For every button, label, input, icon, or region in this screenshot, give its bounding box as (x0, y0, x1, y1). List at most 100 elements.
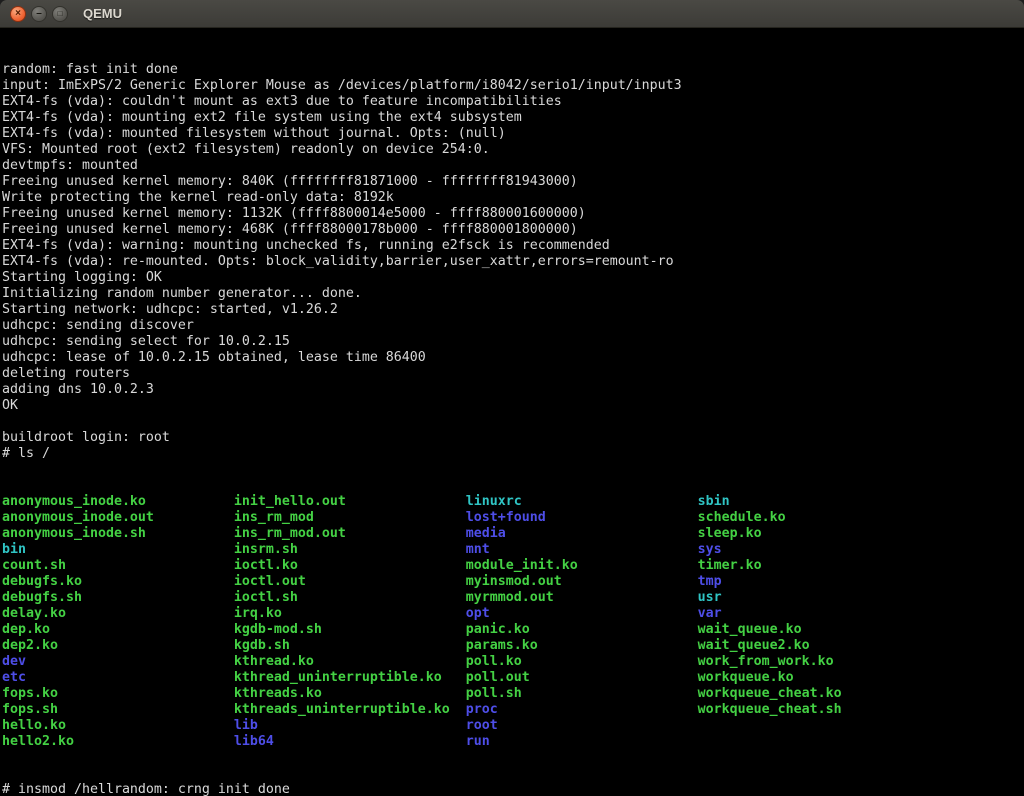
fs-entry: bin (2, 542, 234, 557)
console-line: random: fast init done (2, 62, 1024, 78)
console-line: delay.ko irq.ko opt var (2, 606, 1024, 622)
fs-entry: ioctl.ko (234, 558, 466, 573)
fs-entry: wait_queue2.ko (698, 638, 810, 653)
fs-entry: kgdb.sh (234, 638, 466, 653)
console-line: debugfs.sh ioctl.sh myrmmod.out usr (2, 590, 1024, 606)
fs-entry: hello2.ko (2, 734, 234, 749)
fs-entry: lib64 (234, 734, 466, 749)
qemu-window: × – □ QEMU random: fast init doneinput: … (0, 0, 1024, 796)
minimize-icon: – (36, 9, 42, 19)
console-line: dev kthread.ko poll.ko work_from_work.ko (2, 654, 1024, 670)
console-line: EXT4-fs (vda): re-mounted. Opts: block_v… (2, 254, 1024, 270)
console-line: devtmpfs: mounted (2, 158, 1024, 174)
console-line: udhcpc: sending discover (2, 318, 1024, 334)
console-line: adding dns 10.0.2.3 (2, 382, 1024, 398)
fs-entry: dep.ko (2, 622, 234, 637)
fs-entry: ioctl.out (234, 574, 466, 589)
fs-entry: fops.ko (2, 686, 234, 701)
maximize-button[interactable]: □ (52, 6, 68, 22)
console-line: bin insrm.sh mnt sys (2, 542, 1024, 558)
file-listing: anonymous_inode.ko init_hello.out linuxr… (2, 494, 1024, 750)
fs-entry: run (466, 734, 698, 749)
fs-entry: irq.ko (234, 606, 466, 621)
fs-entry: media (466, 526, 698, 541)
fs-entry: linuxrc (466, 494, 698, 509)
fs-entry: lib (234, 718, 466, 733)
console-line: etc kthread_uninterruptible.ko poll.out … (2, 670, 1024, 686)
console-line: Freeing unused kernel memory: 840K (ffff… (2, 174, 1024, 190)
close-button[interactable]: × (10, 6, 26, 22)
console-line: udhcpc: sending select for 10.0.2.15 (2, 334, 1024, 350)
fs-entry: fops.sh (2, 702, 234, 717)
console-line: Starting logging: OK (2, 270, 1024, 286)
fs-entry: usr (698, 590, 722, 605)
fs-entry: myinsmod.out (466, 574, 698, 589)
fs-entry: workqueue.ko (698, 670, 794, 685)
fs-entry: work_from_work.ko (698, 654, 834, 669)
fs-entry: anonymous_inode.ko (2, 494, 234, 509)
console-line: debugfs.ko ioctl.out myinsmod.out tmp (2, 574, 1024, 590)
console-line: dep.ko kgdb-mod.sh panic.ko wait_queue.k… (2, 622, 1024, 638)
fs-entry: wait_queue.ko (698, 622, 802, 637)
console-line: EXT4-fs (vda): mounting ext2 file system… (2, 110, 1024, 126)
fs-entry: kthreads_uninterruptible.ko (234, 702, 466, 717)
fs-entry: poll.sh (466, 686, 698, 701)
console-line: deleting routers (2, 366, 1024, 382)
console-line: Write protecting the kernel read-only da… (2, 190, 1024, 206)
fs-entry: opt (466, 606, 698, 621)
fs-entry: module_init.ko (466, 558, 698, 573)
fs-entry: ins_rm_mod.out (234, 526, 466, 541)
console-line (2, 414, 1024, 430)
console-line: hello.ko lib root (2, 718, 1024, 734)
fs-entry: mnt (466, 542, 698, 557)
maximize-icon: □ (58, 9, 63, 19)
fs-entry: params.ko (466, 638, 698, 653)
fs-entry: sbin (698, 494, 730, 509)
fs-entry: anonymous_inode.sh (2, 526, 234, 541)
console-line: count.sh ioctl.ko module_init.ko timer.k… (2, 558, 1024, 574)
console-line: anonymous_inode.sh ins_rm_mod.out media … (2, 526, 1024, 542)
fs-entry: var (698, 606, 722, 621)
fs-entry: ins_rm_mod (234, 510, 466, 525)
fs-entry: myrmmod.out (466, 590, 698, 605)
console-line: dep2.ko kgdb.sh params.ko wait_queue2.ko (2, 638, 1024, 654)
fs-entry: sleep.ko (698, 526, 762, 541)
console-line: udhcpc: lease of 10.0.2.15 obtained, lea… (2, 350, 1024, 366)
console-line: # ls / (2, 446, 1024, 462)
terminal-screen[interactable]: random: fast init doneinput: ImExPS/2 Ge… (0, 28, 1024, 796)
fs-entry: kthread_uninterruptible.ko (234, 670, 466, 685)
boot-log: random: fast init doneinput: ImExPS/2 Ge… (2, 62, 1024, 462)
console-line: buildroot login: root (2, 430, 1024, 446)
console-line: Initializing random number generator... … (2, 286, 1024, 302)
console-line: fops.ko kthreads.ko poll.sh workqueue_ch… (2, 686, 1024, 702)
console-line: EXT4-fs (vda): couldn't mount as ext3 du… (2, 94, 1024, 110)
fs-entry: workqueue_cheat.ko (698, 686, 842, 701)
fs-entry: delay.ko (2, 606, 234, 621)
fs-entry: anonymous_inode.out (2, 510, 234, 525)
fs-entry: etc (2, 670, 234, 685)
titlebar[interactable]: × – □ QEMU (0, 0, 1024, 28)
fs-entry: workqueue_cheat.sh (698, 702, 842, 717)
console-line: OK (2, 398, 1024, 414)
fs-entry: kgdb-mod.sh (234, 622, 466, 637)
fs-entry: insrm.sh (234, 542, 466, 557)
console-line: VFS: Mounted root (ext2 filesystem) read… (2, 142, 1024, 158)
console-line: EXT4-fs (vda): warning: mounting uncheck… (2, 238, 1024, 254)
console-line: anonymous_inode.out ins_rm_mod lost+foun… (2, 510, 1024, 526)
shell-output: # insmod /hellrandom: crng init done# in… (2, 782, 1024, 796)
console-line: Starting network: udhcpc: started, v1.26… (2, 302, 1024, 318)
minimize-button[interactable]: – (31, 6, 47, 22)
close-icon: × (15, 9, 21, 19)
fs-entry: schedule.ko (698, 510, 786, 525)
console-line: EXT4-fs (vda): mounted filesystem withou… (2, 126, 1024, 142)
console-line: hello2.ko lib64 run (2, 734, 1024, 750)
console-line: input: ImExPS/2 Generic Explorer Mouse a… (2, 78, 1024, 94)
fs-entry: ioctl.sh (234, 590, 466, 605)
console-line: fops.sh kthreads_uninterruptible.ko proc… (2, 702, 1024, 718)
fs-entry: lost+found (466, 510, 698, 525)
fs-entry: poll.out (466, 670, 698, 685)
fs-entry: debugfs.sh (2, 590, 234, 605)
fs-entry: dep2.ko (2, 638, 234, 653)
fs-entry: timer.ko (698, 558, 762, 573)
console-line: anonymous_inode.ko init_hello.out linuxr… (2, 494, 1024, 510)
